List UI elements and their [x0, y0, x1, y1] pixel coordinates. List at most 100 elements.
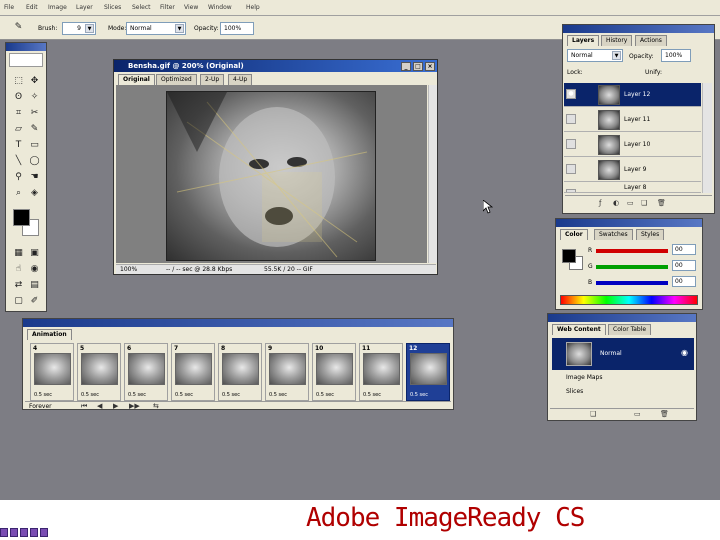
tab-color-table[interactable]: Color Table: [608, 324, 652, 335]
next-frame-icon[interactable]: ▶▶: [129, 402, 140, 410]
tab-swatches[interactable]: Swatches: [594, 229, 633, 240]
image-map-tool-icon[interactable]: ◈: [28, 187, 41, 200]
green-value-input[interactable]: 00: [672, 260, 696, 271]
trash-icon[interactable]: 🗑: [657, 199, 666, 207]
new-rollover-icon[interactable]: ❑: [590, 410, 596, 418]
layer-row[interactable]: Layer 11: [564, 108, 701, 132]
brush-picker[interactable]: 9 ▼: [62, 22, 96, 35]
move-tool-icon[interactable]: ✥: [28, 75, 41, 88]
eye-icon[interactable]: [566, 114, 576, 124]
menu-slices[interactable]: Slices: [104, 4, 121, 11]
nav-icon[interactable]: [20, 528, 28, 537]
frame-delay[interactable]: 0.5 sec: [316, 392, 334, 398]
tab-actions[interactable]: Actions: [635, 35, 667, 46]
tab-styles[interactable]: Styles: [636, 229, 665, 240]
canvas-image[interactable]: [166, 91, 376, 261]
tab-original[interactable]: Original: [118, 74, 155, 85]
eyedropper-tool-icon[interactable]: ⚲: [12, 171, 25, 184]
layer-row[interactable]: Layer 10: [564, 133, 701, 157]
menu-edit[interactable]: Edit: [26, 4, 38, 11]
paintbrush-tool-icon[interactable]: ✎: [28, 123, 41, 136]
jump-to-photoshop-icon[interactable]: ⇄: [12, 279, 25, 292]
web-content-titlebar[interactable]: [548, 314, 696, 322]
tab-history[interactable]: History: [601, 35, 633, 46]
red-slider[interactable]: [596, 249, 668, 253]
eye-icon[interactable]: [566, 189, 576, 192]
blend-mode-select[interactable]: Normal ▼: [567, 49, 623, 62]
edit-in-icon[interactable]: ✐: [28, 295, 41, 308]
layer-row[interactable]: ● Layer 12: [564, 83, 701, 107]
slice-tool-icon[interactable]: ✂: [28, 107, 41, 120]
zoom-level[interactable]: 100%: [120, 266, 137, 273]
layers-scrollbar[interactable]: [702, 83, 712, 193]
animation-frame[interactable]: 10 0.5 sec: [312, 343, 356, 401]
color-panel-titlebar[interactable]: [556, 219, 702, 227]
frame-delay[interactable]: 0.5 sec: [128, 392, 146, 398]
animation-frame[interactable]: 4 0.5 sec: [30, 343, 74, 401]
tab-web-content[interactable]: Web Content: [552, 324, 606, 335]
document-vertical-scrollbar[interactable]: [428, 85, 437, 263]
color-ramp[interactable]: [560, 295, 698, 305]
menu-view[interactable]: View: [184, 4, 198, 11]
animation-frame[interactable]: 8 0.5 sec: [218, 343, 262, 401]
menu-file[interactable]: File: [4, 4, 14, 11]
layer-mask-icon[interactable]: ◐: [613, 199, 619, 207]
shape-tool-icon[interactable]: ◯: [28, 155, 41, 168]
eye-icon[interactable]: ●: [566, 89, 576, 99]
color-foreground-swatch[interactable]: [562, 249, 576, 263]
animation-frame[interactable]: 11 0.5 sec: [359, 343, 403, 401]
crop-tool-icon[interactable]: ⌗: [12, 107, 25, 120]
new-layer-icon[interactable]: ❑: [641, 199, 647, 207]
tab-4-up[interactable]: 4-Up: [228, 74, 253, 85]
menu-window[interactable]: Window: [208, 4, 232, 11]
trash-icon[interactable]: 🗑: [660, 410, 669, 418]
blue-slider[interactable]: [596, 281, 668, 285]
layer-row[interactable]: Layer 9: [564, 158, 701, 182]
tab-2-up[interactable]: 2-Up: [200, 74, 225, 85]
frame-delay[interactable]: 0.5 sec: [410, 392, 428, 398]
layer-style-icon[interactable]: ƒ: [599, 199, 601, 207]
frame-delay[interactable]: 0.5 sec: [363, 392, 381, 398]
animation-frame[interactable]: 5 0.5 sec: [77, 343, 121, 401]
hand-tool-icon[interactable]: ☚: [28, 171, 41, 184]
animation-panel-titlebar[interactable]: [23, 319, 453, 327]
tab-layers[interactable]: Layers: [567, 35, 600, 46]
menu-image[interactable]: Image: [48, 4, 67, 11]
nav-icon[interactable]: [10, 528, 18, 537]
layers-opacity-input[interactable]: 100%: [661, 49, 691, 62]
magic-wand-icon[interactable]: ✧: [28, 91, 41, 104]
eye-icon[interactable]: [566, 139, 576, 149]
loop-count-select[interactable]: Forever: [29, 403, 52, 410]
nav-icon[interactable]: [30, 528, 38, 537]
screen-mode-icon[interactable]: ▢: [12, 295, 25, 308]
file-size-info[interactable]: 55.5K / 20 -- GIF: [264, 266, 313, 273]
menu-filter[interactable]: Filter: [160, 4, 175, 11]
close-icon[interactable]: ×: [425, 62, 435, 71]
frame-delay[interactable]: 0.5 sec: [222, 392, 240, 398]
frame-delay[interactable]: 0.5 sec: [81, 392, 99, 398]
frame-delay[interactable]: 0.5 sec: [269, 392, 287, 398]
green-slider[interactable]: [596, 265, 668, 269]
opacity-input[interactable]: 100%: [220, 22, 254, 35]
toggle-image-icon[interactable]: ▤: [28, 279, 41, 292]
tween-icon[interactable]: ⇆: [153, 402, 159, 410]
play-icon[interactable]: ▶: [113, 402, 118, 410]
preview-in-browser-icon[interactable]: ◉: [28, 263, 41, 276]
web-content-row-normal[interactable]: Normal ◉: [552, 338, 694, 370]
canvas-area[interactable]: [116, 85, 427, 263]
hide-slices-icon[interactable]: ▦: [12, 247, 25, 260]
animation-frame[interactable]: 6 0.5 sec: [124, 343, 168, 401]
red-value-input[interactable]: 00: [672, 244, 696, 255]
previous-frame-icon[interactable]: ◀: [97, 402, 102, 410]
rectangle-tool-icon[interactable]: ▭: [28, 139, 41, 152]
eye-icon[interactable]: [566, 164, 576, 174]
menu-layer[interactable]: Layer: [76, 4, 93, 11]
rollover-preview-icon[interactable]: ☝: [12, 263, 25, 276]
maximize-icon[interactable]: □: [413, 62, 423, 71]
zoom-tool-icon[interactable]: ⌕: [12, 187, 25, 200]
new-set-icon[interactable]: ▭: [627, 199, 634, 207]
frame-delay[interactable]: 0.5 sec: [175, 392, 193, 398]
animation-frame[interactable]: 7 0.5 sec: [171, 343, 215, 401]
layer-row[interactable]: Layer 8: [564, 183, 701, 193]
tab-optimized[interactable]: Optimized: [156, 74, 197, 85]
